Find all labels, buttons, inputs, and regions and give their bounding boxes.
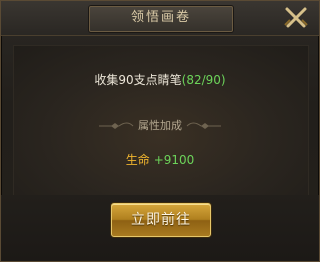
task-progress: (82/90)	[181, 73, 226, 87]
attribute-name: 生命	[125, 153, 150, 167]
dialog-title: 领悟画卷	[130, 10, 191, 25]
crossed-swords-close-icon	[284, 7, 308, 28]
close-button[interactable]	[281, 5, 311, 31]
task-label: 收集90支点睛笔	[94, 73, 182, 87]
go-now-label: 立即前往	[131, 212, 191, 228]
go-now-button[interactable]: 立即前往	[111, 203, 211, 237]
task-requirement: 收集90支点睛笔(82/90)	[13, 71, 307, 88]
dialog-window: 领悟画卷 收集90支点睛笔(82/90) 属性加成 生命 +9100 立即前往	[0, 0, 320, 262]
attribute-header: 属性加成	[138, 119, 182, 132]
attribute-item: 生命 +9100	[13, 151, 307, 168]
attribute-value: +9100	[153, 153, 195, 167]
